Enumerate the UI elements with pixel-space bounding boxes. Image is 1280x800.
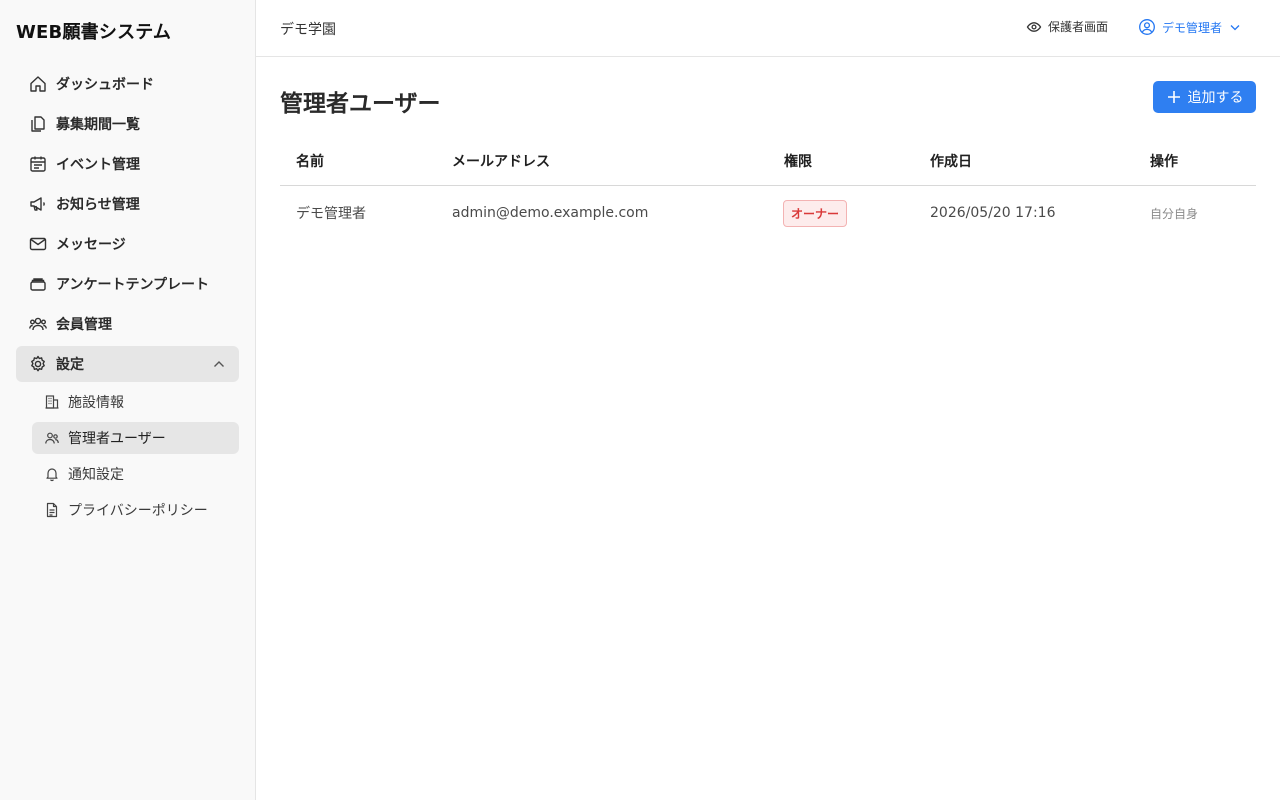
sidebar-item-label: メッセージ — [56, 237, 126, 253]
sidebar-item-dashboard[interactable]: ダッシュボード — [16, 66, 239, 102]
sidebar-subitem-label: 通知設定 — [68, 467, 124, 483]
user-name: デモ管理者 — [1162, 20, 1223, 35]
sidebar-subitem-privacy-policy[interactable]: プライバシーポリシー — [32, 494, 239, 526]
plus-icon — [1166, 89, 1182, 105]
cell-actions: 自分自身 — [1134, 185, 1256, 241]
sidebar-item-label: 設定 — [56, 357, 84, 373]
megaphone-icon — [28, 194, 48, 214]
sidebar: WEB願書システム ダッシュボード 募集期間一覧 イベント管理 お知らせ管理 メ… — [0, 0, 256, 800]
column-header-role: 権限 — [768, 138, 914, 186]
column-header-created: 作成日 — [914, 138, 1134, 186]
sidebar-item-label: お知らせ管理 — [56, 197, 140, 213]
sidebar-item-label: イベント管理 — [56, 157, 140, 173]
sidebar-item-settings[interactable]: 設定 — [16, 346, 239, 382]
main-content: デモ学園 保護者画面 デモ管理者 管理者ユーザー 追加する 名前 メールアドレス… — [256, 0, 1280, 800]
cell-role: オーナー — [768, 185, 914, 241]
sidebar-subitem-label: 管理者ユーザー — [68, 431, 166, 447]
sidebar-subitem-facility-info[interactable]: 施設情報 — [32, 386, 239, 418]
bell-icon — [44, 466, 60, 482]
stack-icon — [28, 274, 48, 294]
top-bar: デモ学園 保護者画面 デモ管理者 — [256, 0, 1280, 57]
sidebar-item-label: 会員管理 — [56, 317, 112, 333]
building-icon — [44, 394, 60, 410]
sidebar-subitem-notification-settings[interactable]: 通知設定 — [32, 458, 239, 490]
gear-icon — [28, 354, 48, 374]
sidebar-item-survey-templates[interactable]: アンケートテンプレート — [16, 266, 239, 302]
sidebar-subitem-label: プライバシーポリシー — [68, 503, 208, 519]
role-badge: オーナー — [783, 199, 848, 227]
documents-icon — [28, 114, 48, 134]
cell-email: admin@demo.example.com — [452, 205, 649, 222]
sidebar-item-label: 募集期間一覧 — [56, 117, 140, 133]
settings-subnav: 施設情報 管理者ユーザー 通知設定 プライバシーポリシー — [16, 386, 239, 526]
page-title: 管理者ユーザー — [280, 91, 441, 117]
admin-users-table: 名前 メールアドレス 権限 作成日 操作 デモ管理者 admin@demo.ex… — [280, 138, 1256, 241]
user-circle-icon — [1138, 18, 1156, 36]
sidebar-item-members[interactable]: 会員管理 — [16, 306, 239, 342]
users-icon — [28, 314, 48, 334]
cell-created: 2026/05/20 17:16 — [930, 205, 1056, 222]
user-menu[interactable]: デモ管理者 — [1138, 18, 1242, 36]
guardian-view-link[interactable]: 保護者画面 — [1026, 18, 1108, 35]
app-title: WEB願書システム — [16, 22, 172, 43]
sidebar-item-recruitment-periods[interactable]: 募集期間一覧 — [16, 106, 239, 142]
guardian-view-label: 保護者画面 — [1048, 20, 1109, 34]
table-row: デモ管理者 admin@demo.example.com オーナー 2026/0… — [280, 185, 1256, 241]
organization-name: デモ学園 — [280, 22, 336, 38]
document-icon — [44, 502, 60, 518]
sidebar-item-messages[interactable]: メッセージ — [16, 226, 239, 262]
sidebar-subitem-admin-users[interactable]: 管理者ユーザー — [32, 422, 239, 454]
sidebar-item-label: ダッシュボード — [56, 77, 154, 93]
add-button-label: 追加する — [1187, 90, 1244, 106]
home-icon — [28, 74, 48, 94]
sidebar-subitem-label: 施設情報 — [68, 395, 124, 411]
sidebar-nav: ダッシュボード 募集期間一覧 イベント管理 お知らせ管理 メッセージ アンケート… — [16, 66, 239, 530]
self-label: 自分自身 — [1150, 206, 1199, 221]
chevron-down-icon — [1228, 20, 1242, 34]
column-header-actions: 操作 — [1134, 138, 1256, 186]
envelope-icon — [28, 234, 48, 254]
add-button[interactable]: 追加する — [1153, 81, 1256, 113]
column-header-email: メールアドレス — [436, 138, 768, 186]
sidebar-item-announcements[interactable]: お知らせ管理 — [16, 186, 239, 222]
sidebar-item-events[interactable]: イベント管理 — [16, 146, 239, 182]
chevron-up-icon — [211, 356, 227, 372]
eye-icon — [1026, 19, 1042, 35]
calendar-icon — [28, 154, 48, 174]
table-header-row: 名前 メールアドレス 権限 作成日 操作 — [280, 138, 1256, 186]
column-header-name: 名前 — [280, 138, 436, 186]
cell-name: デモ管理者 — [296, 206, 366, 223]
sidebar-item-label: アンケートテンプレート — [56, 277, 210, 293]
users-icon — [44, 430, 60, 446]
